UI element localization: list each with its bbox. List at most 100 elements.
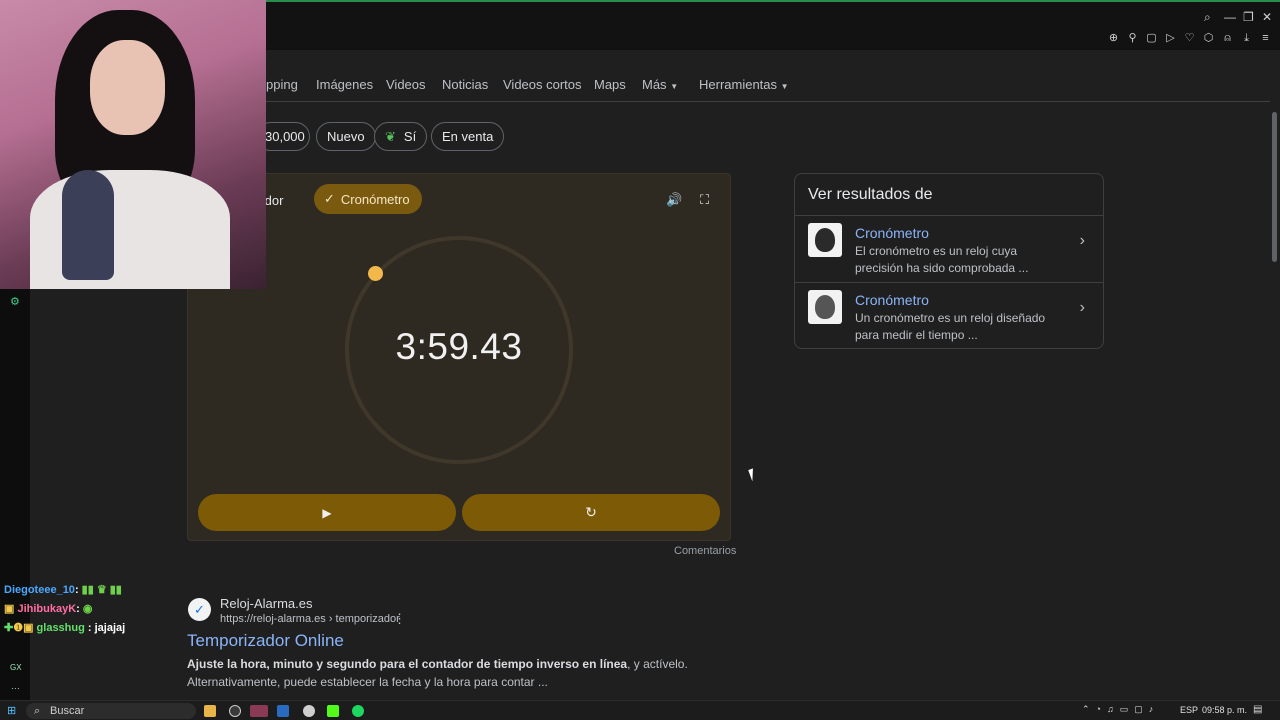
tab-maps[interactable]: Maps	[594, 77, 626, 92]
browser-toolbar: ⊕ ⚲ ▢ ▷ ♡ ⬡ ⍝ ⤓ ≡	[1107, 32, 1272, 45]
taskbar-clock[interactable]: 09:58 p. m.	[1202, 705, 1247, 715]
windows-start-icon[interactable]: ⊞	[7, 704, 16, 717]
chevron-right-icon: ›	[1079, 232, 1085, 249]
obs-icon[interactable]	[303, 705, 315, 717]
start-button[interactable]: ▶	[198, 494, 456, 531]
sound-icon[interactable]: 🔊	[666, 192, 682, 208]
emote-icon: ◉	[82, 603, 93, 615]
chip-new[interactable]: Nuevo	[316, 122, 376, 151]
steam-icon[interactable]	[277, 705, 289, 717]
clock-app-icon[interactable]	[229, 705, 241, 717]
heart-icon[interactable]: ♡	[1183, 32, 1196, 45]
play-icon[interactable]: ▷	[1164, 32, 1177, 45]
related-results-panel: Ver resultados de Cronómetro El cronómet…	[794, 173, 1104, 349]
search-icon: ⌕	[34, 705, 41, 717]
result-snippet-bold: Ajuste la hora, minuto y segundo para el…	[187, 657, 628, 671]
result-title-link[interactable]: Temporizador Online	[187, 631, 344, 651]
close-icon[interactable]: ✕	[1262, 10, 1272, 24]
feedback-link[interactable]: Comentarios	[674, 545, 736, 557]
badge-icon: ✚	[4, 622, 14, 634]
related-result-desc: El cronómetro es un reloj cuya precisión…	[855, 244, 1029, 275]
screenshot-icon[interactable]: ▢	[1145, 32, 1158, 45]
tray-icons[interactable]: ⌃◔♫▭▢♪	[1082, 704, 1159, 715]
chat-text: :	[74, 584, 79, 596]
webcam-overlay	[0, 0, 266, 289]
reset-button[interactable]: ↻	[462, 494, 720, 531]
check-icon: ✓	[324, 191, 335, 206]
chip-yes-label: Sí	[403, 129, 417, 144]
language-indicator[interactable]: ESP	[1180, 705, 1198, 715]
taskbar-search[interactable]: ⌕ Buscar	[26, 703, 196, 719]
result-site-name[interactable]: Reloj-Alarma.es	[220, 596, 312, 611]
caret-down-icon: ▼	[670, 82, 679, 91]
badge-icon: ▣	[4, 603, 15, 615]
restore-icon[interactable]: ❐	[1243, 10, 1254, 24]
extensions-icon[interactable]: ⬡	[1202, 32, 1215, 45]
tab-more[interactable]: Más ▼	[642, 77, 678, 92]
related-result-desc: Un cronómetro es un reloj diseñado para …	[855, 311, 1046, 342]
tab-images[interactable]: Imágenes	[316, 77, 373, 92]
leaf-icon: ❦	[385, 128, 396, 144]
stream-side-strip: ⚙ GX …	[0, 289, 30, 700]
stopwatch-time: 3:59.43	[395, 326, 523, 367]
emote-icon: ▮▮ ♛ ▮▮	[81, 584, 122, 596]
result-url[interactable]: https://reloj-alarma.es › temporizador	[220, 613, 400, 625]
stopwatch-card: izador ✓ Cronómetro 🔊 ⛶ 3:59.43 ▶ ↻	[187, 173, 731, 541]
taskbar: ⊞ ⌕ Buscar ⌃◔♫▭▢♪ ESP 09:58 p. m. ▤	[0, 700, 1280, 720]
download-icon[interactable]: ⤓	[1240, 32, 1253, 45]
badge-icon: ❶▣	[13, 622, 34, 634]
browser-app-icon[interactable]	[250, 705, 268, 717]
play-icon: ▶	[322, 505, 332, 520]
chip-for-sale[interactable]: En venta	[431, 122, 505, 151]
chip-yes[interactable]: ❦ Sí	[374, 122, 428, 151]
zoom-icon[interactable]: ⊕	[1107, 32, 1120, 45]
chevron-right-icon: ›	[1079, 299, 1085, 316]
stopwatch-thumbnail	[808, 223, 842, 257]
search-icon[interactable]: ⌕	[1204, 10, 1211, 25]
related-result-name: Cronómetro	[855, 292, 929, 308]
fullscreen-icon[interactable]: ⛶	[700, 192, 709, 208]
chat-user: Diegoteee_10	[4, 584, 75, 596]
chat-user: JihibukayK	[17, 603, 77, 615]
caret-down-icon: ▼	[780, 82, 789, 91]
file-explorer-icon[interactable]	[204, 705, 216, 717]
result-snippet: Ajuste la hora, minuto y segundo para el…	[187, 655, 707, 691]
chat-message: ▣ JihibukayK: ◉	[4, 602, 93, 615]
chat-user: glasshug	[36, 622, 85, 634]
related-result-item[interactable]: Cronómetro El cronómetro es un reloj cuy…	[795, 215, 1103, 282]
chat-text: :	[76, 603, 80, 615]
reset-icon: ↻	[585, 504, 597, 520]
chat-text: : jajajaj	[87, 622, 126, 634]
tab-more-label: Más	[642, 77, 667, 92]
chat-message: Diegoteee_10: ▮▮ ♛ ▮▮	[4, 583, 122, 596]
panel-title: Ver resultados de	[808, 186, 933, 203]
tab-shopping[interactable]: pping	[266, 77, 298, 92]
pin-icon[interactable]: ⚲	[1126, 32, 1139, 45]
related-result-name: Cronómetro	[855, 225, 929, 241]
kick-icon[interactable]	[327, 705, 339, 717]
settings-icon[interactable]: ⚙	[10, 295, 20, 308]
more-options-icon[interactable]: ⋮	[393, 611, 406, 627]
more-icon[interactable]: …	[11, 681, 20, 691]
spotify-icon[interactable]	[352, 705, 364, 717]
account-icon[interactable]: ⍝	[1221, 32, 1234, 45]
notification-icon[interactable]: ▤	[1253, 704, 1262, 715]
tab-short-videos[interactable]: Videos cortos	[503, 77, 582, 92]
minimize-icon[interactable]: —	[1224, 10, 1236, 24]
page-scrollbar[interactable]	[1270, 50, 1280, 700]
stopwatch-thumbnail	[808, 290, 842, 324]
tab-videos[interactable]: Videos	[386, 77, 426, 92]
tab-news[interactable]: Noticias	[442, 77, 488, 92]
tab-tools-label: Herramientas	[699, 77, 778, 92]
microphone-icon	[62, 170, 114, 280]
chat-message: ✚❶▣ glasshug : jajajaj	[4, 621, 125, 634]
mode-stopwatch-tab[interactable]: ✓ Cronómetro	[314, 184, 422, 214]
mode-stopwatch-label: Cronómetro	[340, 191, 410, 207]
gx-label: GX	[10, 663, 22, 672]
site-favicon: ✓	[188, 598, 211, 621]
mouse-cursor	[748, 466, 762, 482]
menu-icon[interactable]: ≡	[1259, 32, 1272, 45]
tab-tools[interactable]: Herramientas ▼	[699, 77, 789, 92]
related-result-item[interactable]: Cronómetro Un cronómetro es un reloj dis…	[795, 282, 1103, 349]
search-tabs: pping Imágenes Videos Noticias Videos co…	[266, 50, 1270, 102]
